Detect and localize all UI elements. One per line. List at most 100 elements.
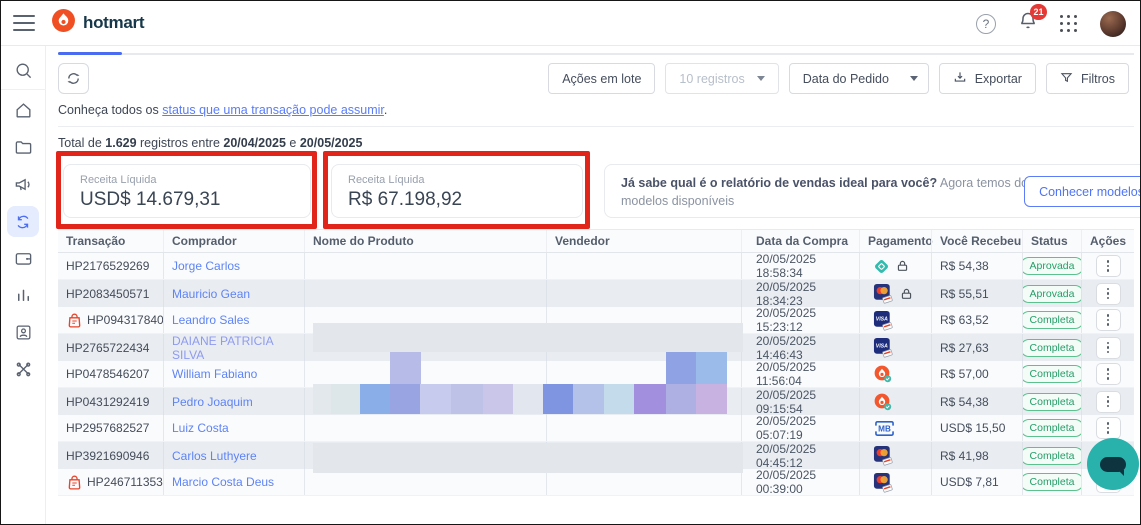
sidebar-item-tools[interactable] bbox=[1, 351, 46, 388]
amount-received-cell: R$ 27,63 bbox=[931, 334, 1022, 361]
vendor-cell bbox=[546, 469, 741, 495]
refresh-button[interactable] bbox=[58, 63, 89, 94]
top-header: hotmart ? 21 bbox=[1, 1, 1141, 46]
hamburger-menu-icon[interactable] bbox=[13, 15, 35, 31]
status-help-link[interactable]: status que uma transação pode assumir bbox=[162, 103, 384, 117]
buyer-cell: Pedro Joaquim bbox=[163, 388, 304, 415]
payment-cell bbox=[859, 442, 931, 469]
status-cell: Completa bbox=[1022, 361, 1081, 387]
row-actions-button[interactable] bbox=[1096, 283, 1121, 305]
buyer-link[interactable]: Leandro Sales bbox=[172, 313, 249, 327]
status-badge: Completa bbox=[1022, 473, 1081, 491]
download-icon bbox=[953, 70, 967, 87]
sidebar-item-sales-active[interactable] bbox=[1, 203, 46, 240]
export-button[interactable]: Exportar bbox=[939, 63, 1036, 94]
transactions-table: Transação Comprador Nome do Produto Vend… bbox=[58, 229, 1134, 496]
status-badge: Completa bbox=[1022, 311, 1081, 329]
filter-funnel-icon bbox=[1060, 71, 1073, 87]
net-revenue-usd-card: Receita Líquida USD$ 14.679,31 bbox=[63, 164, 311, 218]
buyer-cell: Jorge Carlos bbox=[163, 253, 304, 279]
payment-cell bbox=[859, 361, 931, 387]
actions-cell bbox=[1081, 334, 1134, 361]
page-size-dropdown[interactable]: 10 registros bbox=[665, 63, 778, 94]
buyer-link[interactable]: Mauricio Gean bbox=[172, 287, 250, 301]
status-cell: Completa bbox=[1022, 388, 1081, 415]
know-models-button[interactable]: Conhecer modelos bbox=[1024, 176, 1141, 207]
hotmart-flame-icon bbox=[51, 8, 76, 38]
payment-cell bbox=[859, 469, 931, 495]
buyer-link[interactable]: Jorge Carlos bbox=[172, 259, 240, 273]
status-cell: Completa bbox=[1022, 469, 1081, 495]
status-badge: Aprovada bbox=[1022, 285, 1081, 303]
bulk-actions-button[interactable]: Ações em lote bbox=[548, 63, 655, 94]
actions-cell bbox=[1081, 361, 1134, 387]
multibanco-icon: MB bbox=[873, 419, 896, 438]
purchase-date-cell: 20/05/2025 04:45:12 bbox=[741, 442, 859, 469]
apps-grid-icon[interactable] bbox=[1060, 15, 1078, 33]
buyer-link[interactable]: William Fabiano bbox=[172, 367, 257, 381]
filters-button[interactable]: Filtros bbox=[1046, 63, 1129, 94]
purchase-date-cell: 20/05/2025 05:07:19 bbox=[741, 415, 859, 441]
transaction-id-cell: HP2176529269 bbox=[58, 253, 163, 279]
transaction-id-cell: HP2765722434 bbox=[58, 334, 163, 361]
chat-launcher-button[interactable] bbox=[1087, 438, 1139, 490]
row-actions-button[interactable] bbox=[1096, 255, 1121, 277]
sidebar-item-home[interactable] bbox=[1, 92, 46, 129]
product-cell bbox=[304, 469, 546, 495]
amount-received-cell: R$ 57,00 bbox=[931, 361, 1022, 387]
user-avatar[interactable] bbox=[1100, 11, 1126, 37]
help-icon[interactable]: ? bbox=[976, 14, 996, 34]
buyer-cell: DAIANE PATRICIA SILVA bbox=[163, 334, 304, 361]
order-date-dropdown[interactable]: Data do Pedido bbox=[789, 63, 929, 94]
buyer-link[interactable]: Carlos Luthyere bbox=[172, 449, 257, 463]
status-help-text: Conheça todos os status que uma transaçã… bbox=[58, 103, 387, 117]
table-row: HP3921690946 Carlos Luthyere 20/05/2025 04… bbox=[58, 442, 1134, 469]
row-actions-button[interactable] bbox=[1096, 391, 1121, 413]
buyer-link[interactable]: Pedro Joaquim bbox=[172, 395, 253, 409]
row-actions-button[interactable] bbox=[1096, 309, 1121, 331]
net-revenue-usd-value: USD$ 14.679,31 bbox=[80, 189, 294, 211]
purchase-date-cell: 20/05/2025 00:39:00 bbox=[741, 469, 859, 495]
table-row: HP2467113530Marcio Costa Deus20/05/2025 … bbox=[58, 469, 1134, 496]
visa-icon: VISA bbox=[873, 310, 894, 331]
product-cell bbox=[304, 388, 546, 415]
buyer-link[interactable]: DAIANE PATRICIA SILVA bbox=[172, 334, 304, 361]
buyer-link[interactable]: Luiz Costa bbox=[172, 421, 229, 435]
sidebar-item-contacts-card[interactable] bbox=[1, 314, 46, 351]
status-badge: Aprovada bbox=[1022, 257, 1081, 275]
amount-received-cell: USD$ 7,81 bbox=[931, 469, 1022, 495]
sidebar-item-marketing-megaphone[interactable] bbox=[1, 166, 46, 203]
sidebar-item-search[interactable] bbox=[1, 52, 46, 89]
hotmart-logo[interactable]: hotmart bbox=[51, 8, 144, 38]
sidebar-item-wallet[interactable] bbox=[1, 240, 46, 277]
buyer-link[interactable]: Marcio Costa Deus bbox=[172, 475, 274, 489]
status-badge: Completa bbox=[1022, 393, 1081, 411]
status-cell: Completa bbox=[1022, 334, 1081, 361]
payment-cell: VISA bbox=[859, 334, 931, 361]
notification-count-badge: 21 bbox=[1030, 4, 1047, 20]
status-cell: Completa bbox=[1022, 415, 1081, 441]
status-cell: Aprovada bbox=[1022, 253, 1081, 279]
amount-received-cell: R$ 63,52 bbox=[931, 307, 1022, 333]
payment-cell: VISA bbox=[859, 307, 931, 333]
row-actions-button[interactable] bbox=[1096, 363, 1121, 385]
lock-icon bbox=[900, 287, 913, 301]
product-cell bbox=[304, 253, 546, 279]
sidebar-item-reports-chart[interactable] bbox=[1, 277, 46, 314]
actions-cell bbox=[1081, 415, 1134, 441]
vendor-cell bbox=[546, 361, 741, 387]
row-actions-button[interactable] bbox=[1096, 417, 1121, 439]
mastercard-icon bbox=[873, 445, 894, 466]
row-actions-button[interactable] bbox=[1096, 337, 1121, 359]
status-cell: Completa bbox=[1022, 442, 1081, 469]
sidebar-item-products-folder[interactable] bbox=[1, 129, 46, 166]
transaction-id-cell: HP3921690946 bbox=[58, 442, 163, 469]
table-row: HP2083450571Mauricio Gean20/05/2025 18:3… bbox=[58, 280, 1134, 307]
notifications-bell-icon[interactable]: 21 bbox=[1018, 11, 1038, 36]
table-row: HP2957682527Luiz Costa20/05/2025 05:07:1… bbox=[58, 415, 1134, 442]
buyer-cell: Mauricio Gean bbox=[163, 280, 304, 307]
status-cell: Completa bbox=[1022, 307, 1081, 333]
payment-cell bbox=[859, 280, 931, 307]
mastercard-icon bbox=[873, 283, 894, 304]
pix-icon bbox=[873, 258, 890, 275]
